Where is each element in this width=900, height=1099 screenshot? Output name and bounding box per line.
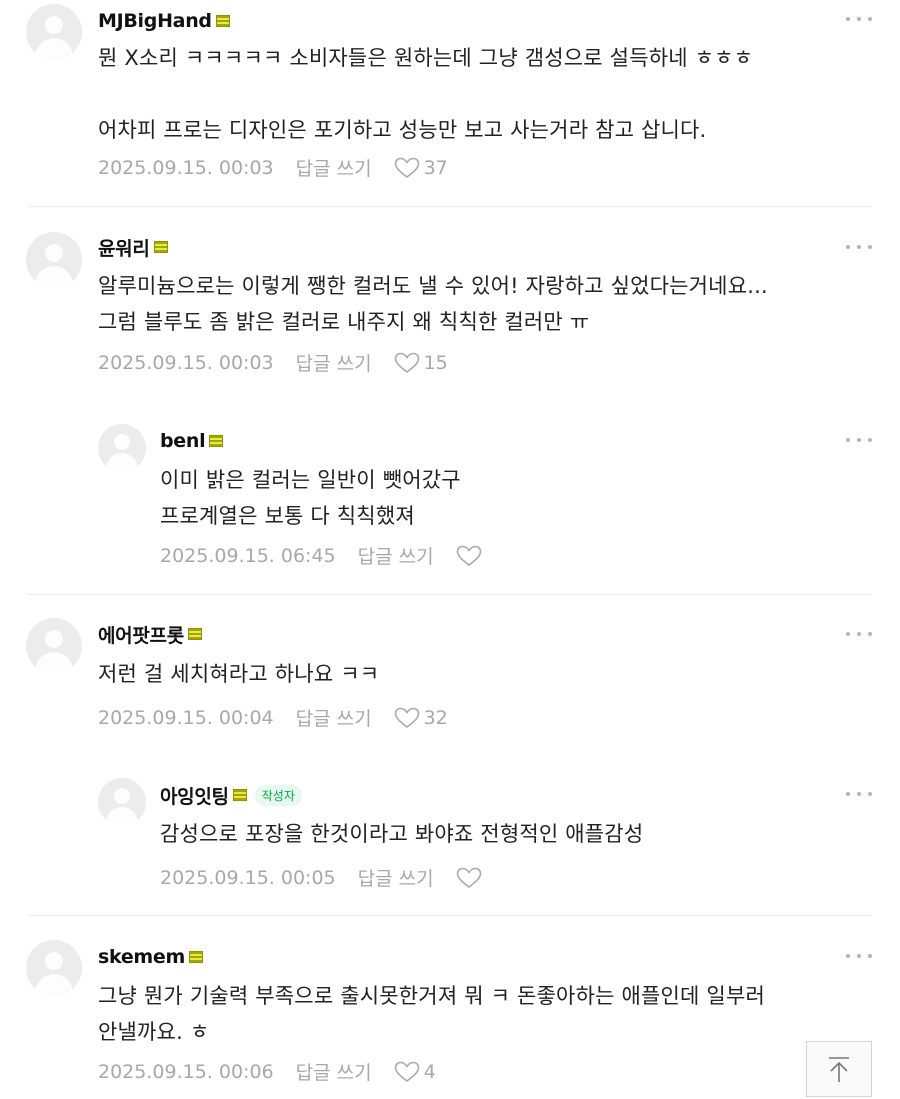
heart-icon <box>394 352 419 373</box>
comment-date: 2025.09.15. 00:05 <box>160 866 336 889</box>
comment-date: 2025.09.15. 00:03 <box>98 351 274 374</box>
comment-nickname[interactable]: MJBigHand <box>98 10 212 32</box>
comment-line: 저런 걸 세치혀라고 하나요 ㅋㅋ <box>98 662 380 686</box>
comment-line: 어차피 프로는 디자인은 포기하고 성능만 보고 사는거라 참고 삽니다. <box>98 118 707 142</box>
more-dots-icon[interactable] <box>846 437 872 443</box>
scroll-top-icon <box>829 1057 849 1082</box>
comment-date: 2025.09.15. 00:04 <box>98 706 274 729</box>
grade-icon <box>215 15 230 27</box>
avatar[interactable] <box>26 232 82 288</box>
reply-button[interactable]: 답글 쓰기 <box>296 704 372 731</box>
like-button[interactable]: 32 <box>394 707 448 729</box>
like-button[interactable]: 37 <box>394 157 448 179</box>
reply-button[interactable]: 답글 쓰기 <box>358 864 434 891</box>
reply-button[interactable]: 답글 쓰기 <box>296 349 372 376</box>
grade-icon <box>232 789 247 801</box>
comment-date: 2025.09.15. 06:45 <box>160 544 336 567</box>
like-count: 32 <box>423 706 448 729</box>
reply-button[interactable]: 답글 쓰기 <box>358 542 434 569</box>
comment-text: 뭔 X소리 ㅋㅋㅋㅋㅋ 소비자들은 원하는데 그냥 갬성으로 설득하네 ㅎㅎㅎ 어… <box>98 40 753 148</box>
grade-icon <box>187 628 202 640</box>
comment-text: 그냥 뭔가 기술력 부족으로 출시못한거져 뭐 ㅋ 돈좋아하는 애플인데 일부러… <box>98 978 765 1050</box>
like-count: 37 <box>423 156 448 179</box>
like-button[interactable]: 15 <box>394 352 448 374</box>
more-dots-icon[interactable] <box>846 16 872 22</box>
like-count: 4 <box>423 1060 436 1083</box>
reply-button[interactable]: 답글 쓰기 <box>296 1058 372 1085</box>
divider <box>28 206 872 207</box>
comment-text: 이미 밝은 컬러는 일반이 뺏어갔구프로계열은 보통 다 칙칙했져 <box>160 462 461 534</box>
grade-icon <box>209 435 224 447</box>
like-button[interactable] <box>456 545 486 567</box>
comment-text: 저런 걸 세치혀라고 하나요 ㅋㅋ <box>98 656 379 692</box>
like-button[interactable] <box>456 867 486 889</box>
comment-nickname[interactable]: skemem <box>98 946 185 968</box>
avatar[interactable] <box>26 940 82 996</box>
heart-icon <box>394 157 419 178</box>
divider <box>28 915 872 916</box>
comment-text: 알루미늄으로는 이렇게 쨍한 컬러도 낼 수 있어! 자랑하고 싶었다는거네요.… <box>98 268 768 340</box>
comment-line: 알루미늄으로는 이렇게 쨍한 컬러도 낼 수 있어! 자랑하고 싶었다는거네요.… <box>98 274 768 298</box>
author-badge: 작성자 <box>254 784 302 806</box>
comment-text: 감성으로 포장을 한것이라고 봐야죠 전형적인 애플감성 <box>160 816 643 852</box>
scroll-top-button[interactable] <box>806 1041 872 1097</box>
avatar[interactable] <box>98 778 146 826</box>
comment-date: 2025.09.15. 00:03 <box>98 156 274 179</box>
avatar[interactable] <box>26 4 82 60</box>
avatar[interactable] <box>98 424 146 472</box>
like-button[interactable]: 4 <box>394 1061 436 1083</box>
heart-icon <box>394 1061 419 1082</box>
grade-icon <box>153 241 168 253</box>
grade-icon <box>189 951 204 963</box>
heart-icon <box>456 545 481 566</box>
more-dots-icon[interactable] <box>846 953 872 959</box>
comment-line: 안낼까요. ㅎ <box>98 1020 210 1044</box>
like-count: 15 <box>423 351 448 374</box>
comment-line: 그냥 뭔가 기술력 부족으로 출시못한거져 뭐 ㅋ 돈좋아하는 애플인데 일부러 <box>98 984 765 1008</box>
reply-button[interactable]: 답글 쓰기 <box>296 154 372 181</box>
more-dots-icon[interactable] <box>846 791 872 797</box>
comment-line: 이미 밝은 컬러는 일반이 뺏어갔구 <box>160 468 461 492</box>
comment-nickname[interactable]: 에어팟프롯 <box>98 621 184 648</box>
divider <box>28 594 872 595</box>
comment-line: 뭔 X소리 ㅋㅋㅋㅋㅋ 소비자들은 원하는데 그냥 갬성으로 설득하네 ㅎㅎㅎ <box>98 46 754 70</box>
comment-nickname[interactable]: 윤워리 <box>98 234 150 261</box>
comment-line: 프로계열은 보통 다 칙칙했져 <box>160 504 415 528</box>
heart-icon <box>394 707 419 728</box>
comment-date: 2025.09.15. 00:06 <box>98 1060 274 1083</box>
heart-icon <box>456 867 481 888</box>
avatar[interactable] <box>26 618 82 674</box>
comment-line: 감성으로 포장을 한것이라고 봐야죠 전형적인 애플감성 <box>160 822 644 846</box>
comment-nickname[interactable]: 아잉잇팅 <box>160 782 229 809</box>
comment-nickname[interactable]: benl <box>160 430 206 452</box>
more-dots-icon[interactable] <box>846 631 872 637</box>
comment-line: 그럼 블루도 좀 밝은 컬러로 내주지 왜 칙칙한 컬러만 ㅠ <box>98 310 590 334</box>
more-dots-icon[interactable] <box>846 244 872 250</box>
